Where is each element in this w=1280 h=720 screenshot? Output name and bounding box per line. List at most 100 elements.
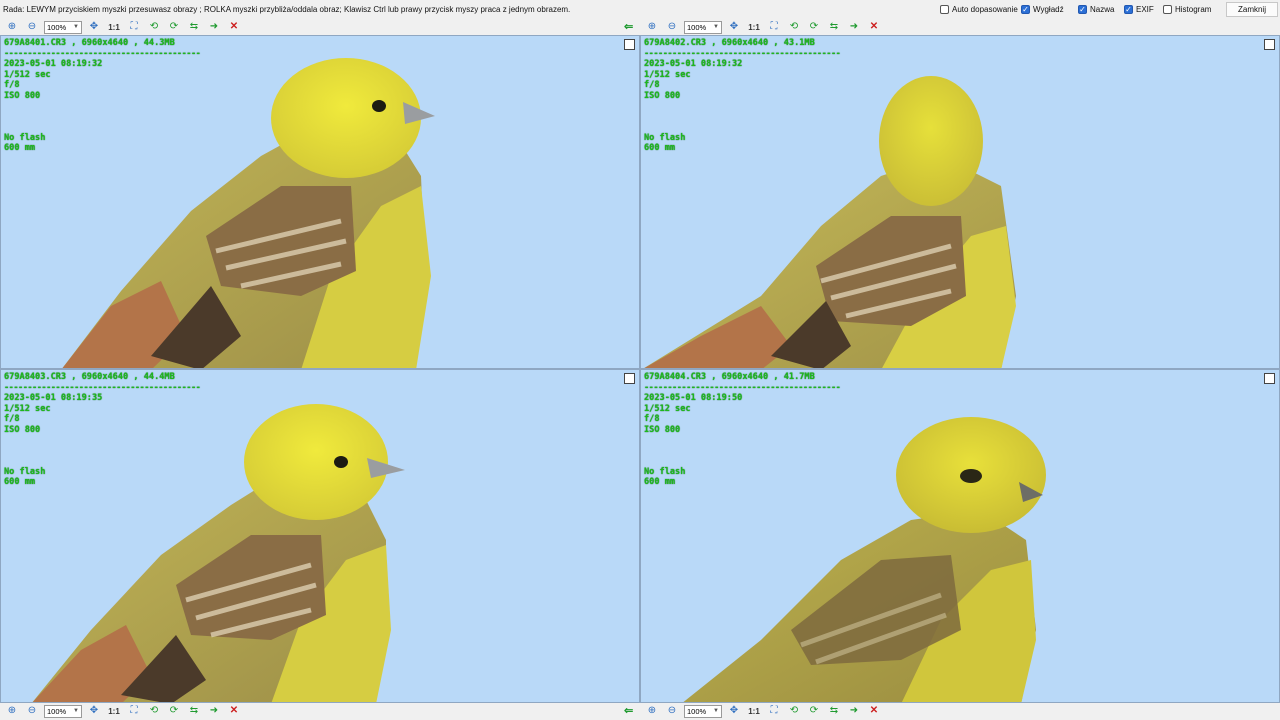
name-checkbox[interactable]: ✓ (1078, 5, 1087, 14)
actual-size-button[interactable]: 1:1 (106, 707, 122, 716)
rotate-right-icon[interactable]: ⟳ (806, 20, 822, 34)
date-4: 2023-05-01 08:19:50 (644, 393, 743, 404)
arrow-left-icon[interactable]: ⇐ (624, 20, 633, 33)
zoom-out-icon[interactable]: ⊖ (664, 20, 680, 34)
histogram-option[interactable]: Histogram (1163, 5, 1211, 14)
actual-size-button[interactable]: 1:1 (746, 23, 762, 32)
fit-icon[interactable]: ⛶ (126, 20, 142, 34)
flip-icon[interactable]: ⇆ (826, 20, 842, 34)
fit-icon[interactable]: ⛶ (766, 20, 782, 34)
move-icon[interactable]: ✥ (726, 704, 742, 718)
next-icon[interactable]: ➜ (846, 704, 862, 718)
next-icon[interactable]: ➜ (206, 704, 222, 718)
flip-icon[interactable]: ⇆ (186, 704, 202, 718)
separator-3: ----------------------------------------… (4, 382, 201, 393)
separator-1: ----------------------------------------… (4, 48, 201, 59)
histogram-checkbox[interactable] (1163, 5, 1172, 14)
zoom-value: 100% (47, 22, 67, 32)
rotate-left-icon[interactable]: ⟲ (146, 20, 162, 34)
auto-fit-checkbox[interactable] (940, 5, 949, 14)
rotate-right-icon[interactable]: ⟳ (166, 20, 182, 34)
zoom-in-icon[interactable]: ⊕ (644, 20, 660, 34)
zoom-out-icon[interactable]: ⊖ (664, 704, 680, 718)
iso-2: ISO 800 (644, 90, 681, 101)
close-button[interactable]: Zamknij (1226, 2, 1278, 17)
rotate-left-icon[interactable]: ⟲ (146, 704, 162, 718)
move-icon[interactable]: ✥ (86, 704, 102, 718)
rotate-left-icon[interactable]: ⟲ (786, 20, 802, 34)
aperture-3: f/8 (4, 414, 20, 425)
move-icon[interactable]: ✥ (86, 20, 102, 34)
iso-4: ISO 800 (644, 424, 681, 435)
image-pane-2[interactable]: 679A8402.CR3 , 6960x4640 , 43.1MB ------… (640, 35, 1280, 369)
flip-icon[interactable]: ⇆ (186, 20, 202, 34)
date-3: 2023-05-01 08:19:35 (4, 393, 103, 404)
shutter-3: 1/512 sec (4, 403, 51, 414)
histogram-label: Histogram (1175, 5, 1212, 14)
exif-checkbox[interactable]: ✓ (1124, 5, 1133, 14)
select-checkbox-3[interactable] (624, 373, 635, 384)
rotate-left-icon[interactable]: ⟲ (786, 704, 802, 718)
rotate-right-icon[interactable]: ⟳ (806, 704, 822, 718)
focal-4: 600 mm (644, 477, 676, 488)
focal-3: 600 mm (4, 477, 36, 488)
exif-overlay-2: 679A8402.CR3 , 6960x4640 , 43.1MB ------… (644, 38, 841, 154)
delete-icon[interactable]: ✕ (226, 20, 242, 34)
image-pane-3[interactable]: 679A8403.CR3 , 6960x4640 , 44.4MB ------… (0, 369, 640, 703)
rotate-right-icon[interactable]: ⟳ (166, 704, 182, 718)
delete-icon[interactable]: ✕ (866, 20, 882, 34)
auto-fit-option[interactable]: Auto dopasowanie (940, 5, 1018, 14)
select-checkbox-2[interactable] (1264, 39, 1275, 50)
shutter-1: 1/512 sec (4, 69, 51, 80)
aperture-1: f/8 (4, 80, 20, 91)
zoom-value: 100% (687, 22, 707, 32)
select-checkbox-1[interactable] (624, 39, 635, 50)
actual-size-button[interactable]: 1:1 (746, 707, 762, 716)
flip-icon[interactable]: ⇆ (826, 704, 842, 718)
image-pane-4[interactable]: 679A8404.CR3 , 6960x4640 , 41.7MB ------… (640, 369, 1280, 703)
name-label: Nazwa (1090, 5, 1115, 14)
zoom-value: 100% (47, 706, 67, 716)
iso-1: ISO 800 (4, 90, 41, 101)
next-icon[interactable]: ➜ (206, 20, 222, 34)
smooth-option[interactable]: ✓ Wygładź (1021, 5, 1064, 14)
exif-option[interactable]: ✓ EXIF (1124, 5, 1154, 14)
file-line-4: 679A8404.CR3 , 6960x4640 , 41.7MB (644, 372, 815, 382)
zoom-in-icon[interactable]: ⊕ (4, 704, 20, 718)
zoom-out-icon[interactable]: ⊖ (24, 20, 40, 34)
delete-icon[interactable]: ✕ (866, 704, 882, 718)
smooth-label: Wygładź (1033, 5, 1064, 14)
chevron-down-icon: ▼ (713, 708, 719, 714)
smooth-checkbox[interactable]: ✓ (1021, 5, 1030, 14)
exif-label: EXIF (1136, 5, 1154, 14)
zoom-in-icon[interactable]: ⊕ (644, 704, 660, 718)
auto-fit-label: Auto dopasowanie (952, 5, 1018, 14)
select-checkbox-4[interactable] (1264, 373, 1275, 384)
zoom-in-icon[interactable]: ⊕ (4, 20, 20, 34)
next-icon[interactable]: ➜ (846, 20, 862, 34)
arrow-left-icon-bottom[interactable]: ⇐ (624, 704, 633, 717)
focal-1: 600 mm (4, 143, 36, 154)
fit-icon[interactable]: ⛶ (126, 704, 142, 718)
zoom-value: 100% (687, 706, 707, 716)
actual-size-button[interactable]: 1:1 (106, 23, 122, 32)
delete-icon[interactable]: ✕ (226, 704, 242, 718)
flash-1: No flash (4, 132, 46, 143)
zoom-select[interactable]: 100% ▼ (44, 704, 82, 718)
image-pane-1[interactable]: 679A8401.CR3 , 6960x4640 , 44.3MB ------… (0, 35, 640, 369)
separator-4: ----------------------------------------… (644, 382, 841, 393)
chevron-down-icon: ▼ (73, 708, 79, 714)
separator-2: ----------------------------------------… (644, 48, 841, 59)
hint-text: Rada: LEWYM przyciskiem myszki przesuwas… (3, 5, 571, 14)
toolbar-bottom-right: ⊕ ⊖ 100% ▼ ✥ 1:1 ⛶ ⟲ ⟳ ⇆ ➜ ✕ (644, 703, 886, 719)
zoom-select[interactable]: 100% ▼ (684, 20, 722, 34)
zoom-select[interactable]: 100% ▼ (44, 20, 82, 34)
zoom-out-icon[interactable]: ⊖ (24, 704, 40, 718)
move-icon[interactable]: ✥ (726, 20, 742, 34)
exif-overlay-4: 679A8404.CR3 , 6960x4640 , 41.7MB ------… (644, 372, 841, 488)
file-line-1: 679A8401.CR3 , 6960x4640 , 44.3MB (4, 38, 175, 48)
date-1: 2023-05-01 08:19:32 (4, 59, 103, 70)
zoom-select[interactable]: 100% ▼ (684, 704, 722, 718)
name-option[interactable]: ✓ Nazwa (1078, 5, 1114, 14)
fit-icon[interactable]: ⛶ (766, 704, 782, 718)
